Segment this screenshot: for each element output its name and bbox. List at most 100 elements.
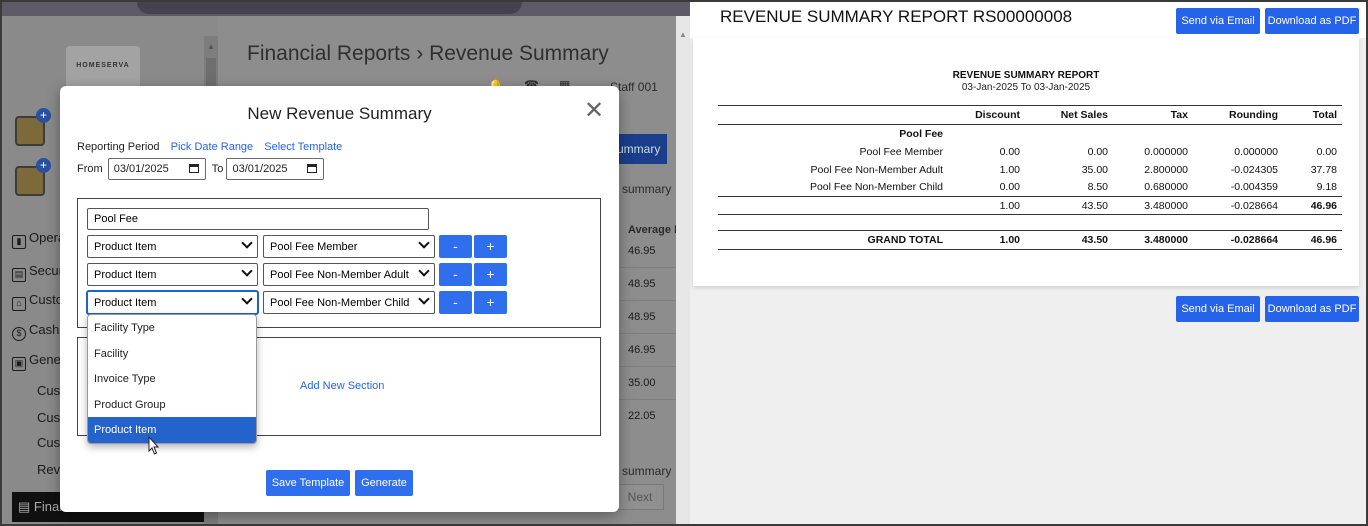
select-value: Product Item xyxy=(94,297,157,309)
column-header xyxy=(718,105,963,125)
sidebar-item-customers[interactable]: ⌂ Custo xyxy=(12,292,63,314)
pane-scrollbar[interactable]: ▲ xyxy=(676,16,690,524)
download-pdf-button[interactable]: Download as PDF xyxy=(1265,8,1359,34)
send-via-email-button-bottom[interactable]: Send via Email xyxy=(1176,296,1260,322)
cell: 0.00 xyxy=(999,145,1020,158)
sidebar-item-label: Secur xyxy=(29,263,63,278)
bg-next-button[interactable]: Next xyxy=(616,484,664,510)
cell: 1.00 xyxy=(999,163,1020,176)
chevron-down-icon xyxy=(418,293,430,305)
remove-row-button[interactable]: - xyxy=(439,291,472,314)
cell: -0.028664 xyxy=(1193,230,1283,250)
book-icon: ▣ xyxy=(12,357,26,371)
add-row-button[interactable]: + xyxy=(474,291,507,314)
sidebar-item-operations[interactable]: ▮ Opera xyxy=(12,230,65,252)
table-row: Pool Fee Non-Member Adult 1.00 35.00 2.8… xyxy=(718,161,1342,179)
section-label: Pool Fee xyxy=(899,127,943,140)
select-template-link[interactable]: Select Template xyxy=(264,141,342,153)
cell: 9.18 xyxy=(1316,181,1337,194)
bg-value: 48.95 xyxy=(628,311,656,323)
bg-value: 35.00 xyxy=(628,377,656,389)
column-header: Tax xyxy=(1113,105,1193,125)
cell: -0.028664 xyxy=(1193,196,1283,215)
row-type-select[interactable]: Product Item xyxy=(87,235,258,258)
cell: 43.50 xyxy=(1025,196,1113,215)
download-pdf-button-bottom[interactable]: Download as PDF xyxy=(1265,296,1359,322)
cell: 3.480000 xyxy=(1113,196,1193,215)
section-name-input[interactable]: Pool Fee xyxy=(87,208,429,230)
chevron-down-icon xyxy=(418,237,430,249)
bg-value: 46.95 xyxy=(628,245,656,257)
report-section: Pool Fee Product Item Pool Fee Member - … xyxy=(77,198,601,328)
row-type-select[interactable]: Product Item xyxy=(87,263,258,286)
cell: 35.00 xyxy=(1081,163,1108,176)
cell: 3.480000 xyxy=(1113,230,1193,250)
reporting-period-row: Reporting Period Pick Date Range Select … xyxy=(77,141,342,153)
sidebar-item-cash[interactable]: $ Cash xyxy=(12,322,59,344)
table-row: Pool Fee Non-Member Child 0.00 8.50 0.68… xyxy=(718,179,1342,197)
add-row-button[interactable]: + xyxy=(474,263,507,286)
cell: 0.680000 xyxy=(1144,181,1188,194)
table-header-row: Discount Net Sales Tax Rounding Total xyxy=(718,105,1342,125)
dropdown-option[interactable]: Facility Type xyxy=(88,315,256,341)
section-row: Pool Fee xyxy=(718,125,1342,143)
dropdown-option[interactable]: Facility xyxy=(88,341,256,367)
bg-value: 46.95 xyxy=(628,344,656,356)
to-date-value: 03/01/2025 xyxy=(232,163,288,175)
row-value-select[interactable]: Pool Fee Non-Member Child xyxy=(263,291,435,314)
app-icon-2[interactable]: + xyxy=(15,158,51,196)
top-bar xyxy=(2,2,690,16)
row-value-select[interactable]: Pool Fee Non-Member Adult xyxy=(263,263,435,286)
bg-summary-label: summary xyxy=(622,182,672,196)
save-template-button[interactable]: Save Template xyxy=(266,470,350,496)
app-icon-1[interactable]: + xyxy=(15,108,51,146)
select-value: Pool Fee Non-Member Child xyxy=(270,297,410,309)
add-new-section-link[interactable]: Add New Section xyxy=(300,380,384,392)
pick-date-range-link[interactable]: Pick Date Range xyxy=(171,141,254,153)
row-type-select[interactable]: Product Item xyxy=(87,291,258,314)
mouse-cursor-icon xyxy=(148,436,160,455)
cell: Pool Fee Member xyxy=(859,145,943,158)
scroll-up-icon[interactable]: ▲ xyxy=(679,30,687,39)
report-pane: REVENUE SUMMARY REPORT RS00000008 Send v… xyxy=(690,2,1366,524)
screen: HOMESERVA + + ▮ Opera ▤ Secur ⌂ Custo $ Cash… xyxy=(0,0,1368,526)
close-icon[interactable]: ✕ xyxy=(584,96,604,125)
report-table: Discount Net Sales Tax Rounding Total Po… xyxy=(718,105,1342,250)
from-date-value: 03/01/2025 xyxy=(113,163,169,175)
cell: 43.50 xyxy=(1025,230,1113,250)
calendar-icon[interactable] xyxy=(307,164,318,173)
cell: Pool Fee Non-Member Adult xyxy=(810,163,943,176)
subtotal-row: 1.00 43.50 3.480000 -0.028664 46.96 xyxy=(718,196,1342,215)
remove-row-button[interactable]: - xyxy=(439,235,472,258)
logo-text: HOMESERVA xyxy=(76,62,130,69)
sidebar-item-general[interactable]: ▣ Gener xyxy=(12,352,65,374)
bg-summary-label: summary xyxy=(622,464,672,478)
bar-chart-icon: ▮ xyxy=(12,235,26,249)
bg-divider xyxy=(617,267,677,268)
sidebar-item-security[interactable]: ▤ Secur xyxy=(12,263,63,285)
to-date-input[interactable]: 03/01/2025 xyxy=(226,158,325,180)
id-card-icon: ▤ xyxy=(12,268,26,282)
to-label: To xyxy=(211,162,224,175)
remove-row-button[interactable]: - xyxy=(439,263,472,286)
generate-button[interactable]: Generate xyxy=(355,470,413,496)
row-value-select[interactable]: Pool Fee Member xyxy=(263,235,435,258)
cell: -0.004359 xyxy=(1230,181,1278,194)
calendar-icon[interactable] xyxy=(188,164,199,173)
report-header: REVENUE SUMMARY REPORT RS00000008 Send v… xyxy=(690,2,1366,38)
select-value: Pool Fee Member xyxy=(270,241,358,253)
add-row-button[interactable]: + xyxy=(474,235,507,258)
bg-column-header: Average I xyxy=(628,224,678,236)
from-date-input[interactable]: 03/01/2025 xyxy=(107,158,206,180)
send-via-email-button[interactable]: Send via Email xyxy=(1176,8,1260,34)
dropdown-option[interactable]: Invoice Type xyxy=(88,366,256,392)
bg-divider xyxy=(617,333,677,334)
cell: Pool Fee Non-Member Child xyxy=(809,181,943,194)
reporting-period-label: Reporting Period xyxy=(77,141,160,153)
cell: 1.00 xyxy=(963,196,1025,215)
dropdown-option[interactable]: Product Group xyxy=(88,392,256,418)
report-title: REVENUE SUMMARY REPORT RS00000008 xyxy=(720,7,1073,26)
scroll-up-icon[interactable]: ▲ xyxy=(207,42,215,51)
app-pane: HOMESERVA + + ▮ Opera ▤ Secur ⌂ Custo $ Cash… xyxy=(2,2,690,524)
dropdown-option-selected[interactable]: Product Item xyxy=(88,417,256,443)
